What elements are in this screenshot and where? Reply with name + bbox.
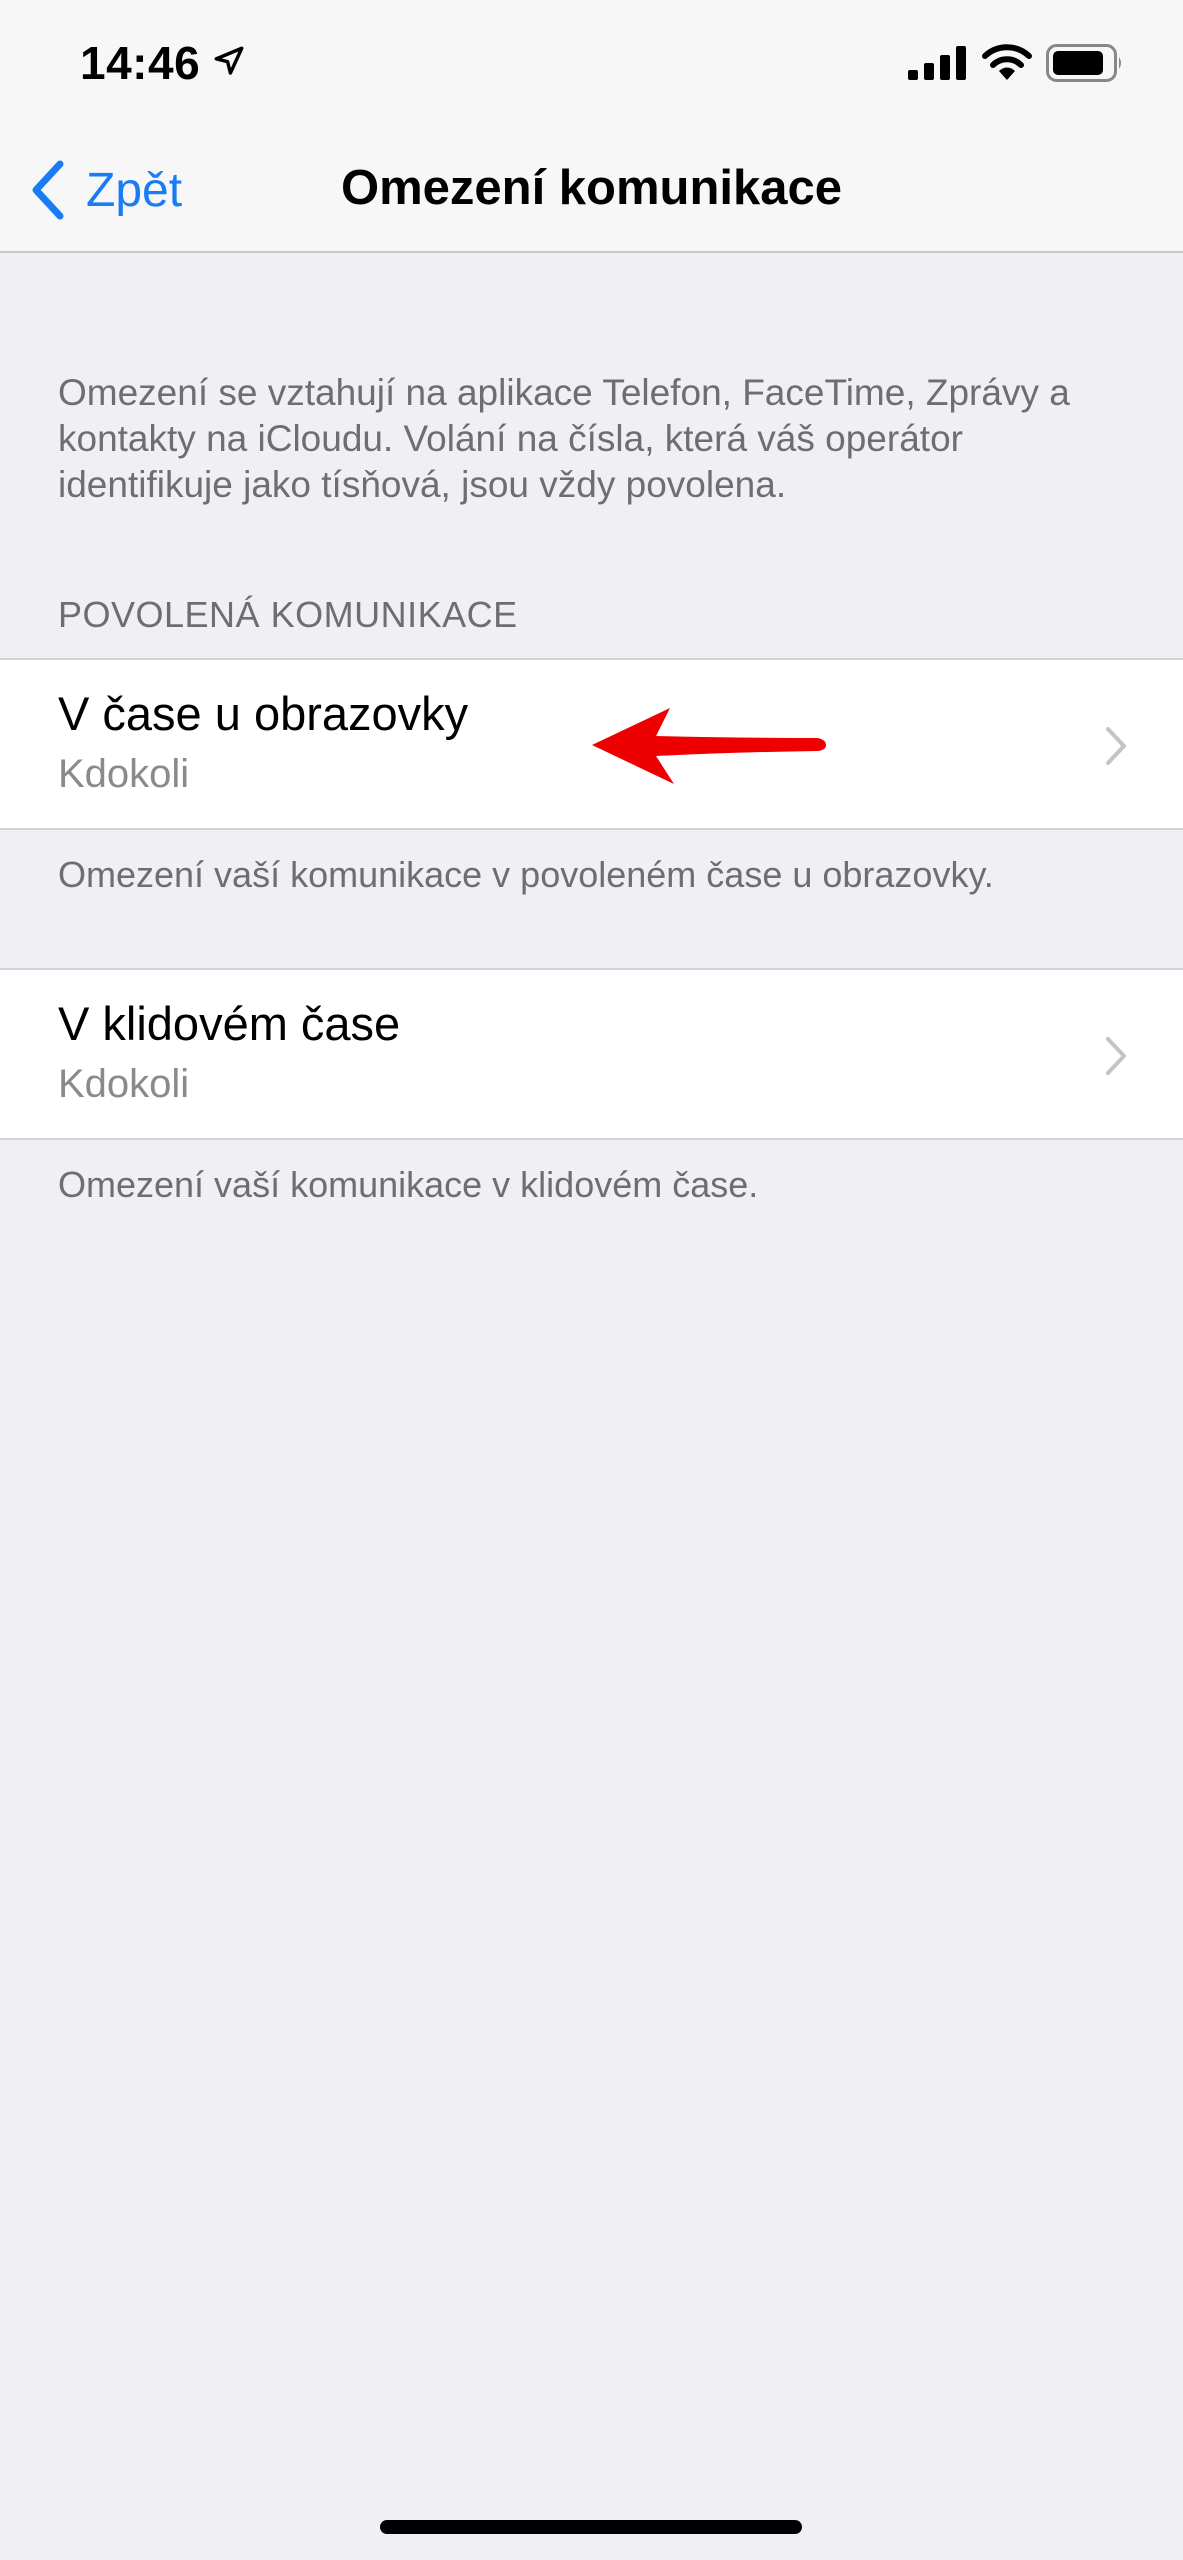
page-title: Omezení komunikace: [340, 161, 843, 215]
chevron-right-icon: [1106, 727, 1126, 765]
status-bar: 14:46: [0, 0, 1183, 130]
location-arrow-icon: [214, 46, 244, 75]
cell-title: V čase u obrazovky: [58, 687, 469, 740]
cellular-signal-icon: [908, 46, 966, 80]
home-indicator[interactable]: [380, 2520, 802, 2534]
navigation-bar: Zpět Omezení komunikace: [0, 130, 1183, 253]
chevron-right-icon: [1106, 1037, 1126, 1075]
battery-icon: [1046, 44, 1121, 82]
cell-title: V klidovém čase: [58, 997, 401, 1050]
downtime-communication-cell[interactable]: V klidovém čase Kdokoli: [0, 968, 1183, 1140]
status-time: 14:46: [80, 37, 201, 89]
section-footer: Omezení vaší komunikace v povoleném čase…: [58, 854, 994, 895]
section-footer: Omezení vaší komunikace v klidovém čase.: [58, 1164, 759, 1205]
red-arrow-icon: [592, 708, 826, 784]
description-text: Omezení se vztahují na aplikace Telefon,…: [58, 372, 1070, 505]
wifi-icon: [982, 44, 1032, 80]
section-header: POVOLENÁ KOMUNIKACE: [58, 594, 518, 635]
cell-value: Kdokoli: [58, 1062, 190, 1106]
cell-value: Kdokoli: [58, 752, 190, 796]
